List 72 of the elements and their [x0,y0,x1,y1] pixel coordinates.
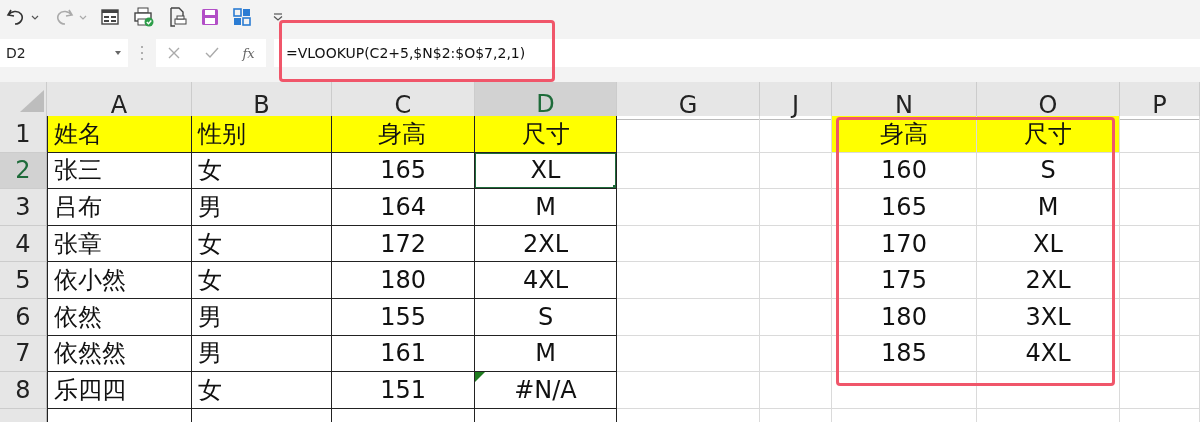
form-icon[interactable] [101,9,119,25]
cell-reference: D2 [6,45,26,61]
table-cell: 4XL [1025,339,1071,368]
cancel-icon[interactable] [167,46,182,60]
table-cell: 172 [380,229,426,258]
table-cell-text: 依小然 [54,265,126,297]
table-cell: 155 [380,302,426,331]
table-cell: 180 [380,266,426,295]
table-cell-text: 尺寸 [521,118,570,150]
table-cell-text: 身高 [378,118,426,150]
table-cell: 160 [881,156,927,185]
table-cell-text: 男 [198,338,222,370]
table-cell: M [1037,193,1059,221]
table-cell: 3XL [1025,302,1071,331]
column-header[interactable]: J [760,82,832,120]
row-header[interactable]: 5 [0,262,47,299]
row-header[interactable]: 7 [0,335,47,373]
table-cell: XL [530,156,561,185]
grid-icon[interactable] [233,8,251,26]
column-header[interactable]: P [1120,82,1200,120]
row-header[interactable]: 2 [0,152,47,190]
table-cell-text: 姓名 [54,118,102,150]
table-cell-text: 乐四四 [54,374,126,406]
insert-function-button[interactable]: fx [242,45,255,61]
row-header[interactable]: 1 [0,116,47,153]
caret-icon[interactable] [31,13,39,21]
table-cell-text: 张三 [54,155,102,187]
table-cell-text: 女 [198,374,222,406]
table-cell: 175 [881,266,927,295]
column-header[interactable]: G [617,82,760,120]
table-cell-text: 身高 [880,118,928,150]
enter-icon[interactable] [203,46,220,60]
table-cell: S [1040,156,1056,185]
name-box[interactable]: D2 [0,39,128,67]
table-cell: S [537,302,554,331]
table-cell: 2XL [1025,266,1071,295]
table-cell: M [535,339,556,368]
row-header[interactable]: 8 [0,372,47,409]
print-preview-icon[interactable] [169,7,187,27]
table-cell: 2XL [522,229,569,258]
table-cell-text: 女 [198,228,222,260]
table-cell: 164 [380,193,426,221]
table-cell: 165 [881,193,927,221]
table-cell: 165 [380,156,426,185]
table-cell-text: 张章 [54,228,102,260]
printer-check-icon[interactable] [133,7,155,27]
caret-icon[interactable] [114,50,122,56]
row-header[interactable]: 6 [0,298,47,336]
table-cell-text: 尺寸 [1024,118,1072,150]
table-cell: M [535,193,556,221]
table-cell-text: 依然 [54,301,102,333]
table-cell-text: 女 [198,265,222,297]
table-cell-text: 吕布 [54,192,102,223]
table-cell: 180 [881,302,927,331]
formula-field[interactable]: =VLOOKUP(C2+5,$N$2:$O$7,2,1) [274,39,1200,67]
table-cell: 4XL [522,266,569,295]
table-cell-text: 性别 [198,118,246,150]
table-cell: XL [1033,229,1063,258]
drag-handle-icon[interactable] [140,44,144,62]
table-cell: 170 [881,229,927,258]
table-cell: 185 [881,339,927,368]
customize-caret-icon[interactable] [273,13,283,21]
row-header[interactable]: 4 [0,225,47,263]
table-cell: 161 [380,339,426,368]
table-cell-text: 依然然 [54,338,126,370]
table-cell: 151 [380,375,426,404]
save-icon[interactable] [201,8,219,26]
table-cell-text: 男 [198,301,222,333]
table-cell: #N/A [514,375,577,404]
table-cell-text: 女 [198,155,222,187]
table-cell-text: 男 [198,192,222,223]
row-header[interactable]: 3 [0,189,47,226]
